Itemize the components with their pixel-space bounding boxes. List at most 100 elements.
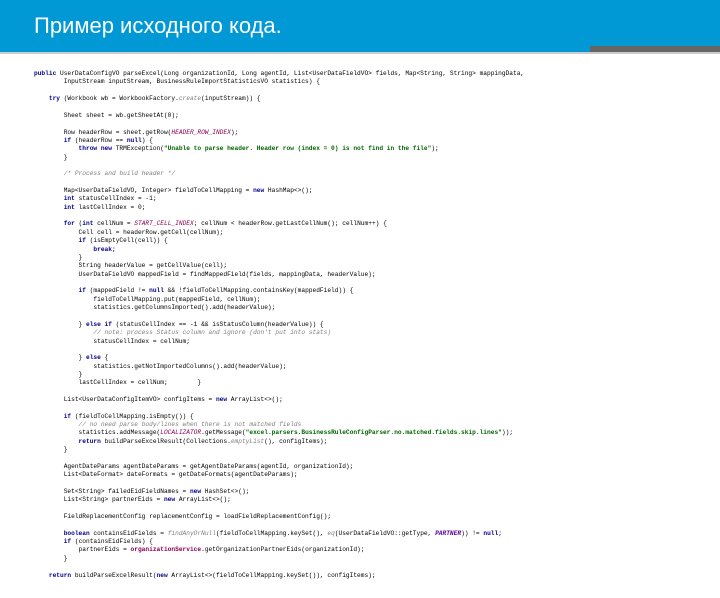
l9: /* Process and build header */ [34, 170, 175, 177]
l5a: Row headerRow = sheet.getRow( [34, 129, 171, 136]
l7d: ); [431, 145, 438, 152]
l36: AgentDateParams agentDateParams = getAge… [34, 463, 353, 470]
l45d: ArrayList<>(fieldToCellMapping.keySet())… [168, 572, 376, 579]
l33c: .getMessage( [201, 429, 246, 436]
l45b: buildParseExcelResult( [71, 572, 156, 579]
l13a: for [34, 220, 75, 227]
l14: Cell cell = headerRow.getCell(cellNum); [34, 229, 223, 236]
l12a: int [34, 204, 75, 211]
l29: lastCellIndex = cellNum; } [34, 379, 201, 386]
l34b: buildParseExcelResult(Collections. [101, 438, 231, 445]
l43a: partnerEids = [34, 546, 131, 553]
l44: } [34, 555, 67, 562]
l39c: ArrayList<>(); [175, 496, 231, 503]
slide-title: Пример исходного кода. [34, 13, 282, 39]
l40: FieldReplacementConfig replacementConfig… [34, 513, 331, 520]
l41j: ; [498, 530, 502, 537]
l33b: LOCALIZATOR [160, 429, 201, 436]
l25: statusCellIndex = cellNum; [34, 338, 190, 345]
l41g: PARTNER [435, 530, 461, 537]
l41e: eq [327, 530, 334, 537]
l11b: statusCellIndex = -1; [75, 195, 157, 202]
l31b: (fieldToCellMapping.isEmpty()) { [71, 413, 194, 420]
l15a: if [34, 237, 86, 244]
l27: statistics.getNotImportedColumns().add(h… [34, 363, 287, 370]
l39b: new [164, 496, 175, 503]
sig2: InputStream inputStream, BusinessRuleImp… [34, 78, 320, 85]
t1: (Workbook wb = WorkbookFactory. [60, 95, 179, 102]
l42b: (containsEidFields) { [71, 538, 153, 545]
l41d: (fieldToCellMapping.keySet(), [216, 530, 327, 537]
l17: } [34, 254, 82, 261]
l41i: null [483, 530, 498, 537]
l41h: )) != [461, 530, 483, 537]
l28: } [34, 371, 82, 378]
l31a: if [34, 413, 71, 420]
l10b: new [253, 187, 264, 194]
l41a: boolean [34, 530, 90, 537]
l34d: (), configItems); [264, 438, 327, 445]
l11a: int [34, 195, 75, 202]
l13f: ; cellNum < headerRow.getLastCellNum(); … [194, 220, 387, 227]
l10a: Map<UserDataFieldVO, Integer> fieldToCel… [34, 187, 253, 194]
l23b: else if [86, 321, 112, 328]
l30c: ArrayList<>(); [227, 396, 283, 403]
l4: Sheet sheet = wb.getSheetAt(0); [34, 112, 179, 119]
l26b: else [86, 354, 101, 361]
l23a: } [34, 321, 86, 328]
l41b: containsEidFields = [90, 530, 168, 537]
l24: // note: process Status column and ignor… [34, 329, 331, 336]
l15b: (isEmptyCell(cell)) { [86, 237, 168, 244]
kw-public: public [34, 70, 56, 77]
l6d: ) { [142, 137, 153, 144]
slide-header: Пример исходного кода. [0, 0, 720, 52]
l12b: lastCellIndex = 0; [75, 204, 146, 211]
l6b: (headerRow == [71, 137, 127, 144]
l6c: null [127, 137, 142, 144]
l22: statistics.getColumnsImported().add(head… [34, 304, 275, 311]
l34c: emptyList [231, 438, 264, 445]
l32: // no need parse body/lines when there i… [34, 421, 301, 428]
l20d: && !fieldToCellMapping.containsKey(mappe… [164, 287, 353, 294]
l7b: TRMException( [112, 145, 164, 152]
l45a: return [34, 572, 71, 579]
code-sample: public UserDataConfigVO parseExcel(Long … [0, 52, 720, 598]
l39a: List<String> partnerEids = [34, 496, 164, 503]
l41f: (UserDataFieldVO::getType, [335, 530, 435, 537]
l30b: new [216, 396, 227, 403]
l10c: HashMap<>(); [264, 187, 312, 194]
l23c: (statusCellIndex == -1 && isStatusColumn… [112, 321, 324, 328]
l41c: findAnyOrNull [168, 530, 216, 537]
l5c: ); [231, 129, 238, 136]
l19: UserDataFieldVO mappedField = findMapped… [34, 271, 376, 278]
l30a: List<UserDataConfigItemVO> configItems = [34, 396, 216, 403]
l13d: cellNum = [93, 220, 134, 227]
l43b: organizationService [131, 546, 202, 553]
l38b: new [190, 488, 201, 495]
l42a: if [34, 538, 71, 545]
l33d: "excel.parsers.BusinessRuleConfigParser.… [246, 429, 502, 436]
l6a: if [34, 137, 71, 144]
l26a: } [34, 354, 86, 361]
l18: String headerValue = getCellValue(cell); [34, 262, 227, 269]
l33e: )); [502, 429, 513, 436]
l35: } [34, 446, 67, 453]
l45c: new [157, 572, 168, 579]
l34a: return [34, 438, 101, 445]
l21: fieldToCellMapping.put(mappedField, cell… [34, 296, 261, 303]
l5b: HEADER_ROW_INDEX [171, 129, 230, 136]
l7a: throw new [34, 145, 112, 152]
l26c: { [101, 354, 108, 361]
l43c: .getOrganizationPartnerEids(organization… [201, 546, 364, 553]
l13e: START_CELL_INDEX [134, 220, 193, 227]
t1d: (inputStream)) { [201, 95, 260, 102]
t1c: create [179, 95, 201, 102]
l20c: null [149, 287, 164, 294]
l13c: int [82, 220, 93, 227]
l20b: (mappedField != [86, 287, 149, 294]
l38a: Set<String> failedEidFieldNames = [34, 488, 190, 495]
l33a: statistics.addMessage( [34, 429, 160, 436]
l8: } [34, 154, 67, 161]
kw-try: try [34, 95, 60, 102]
l37: List<DateFormat> dateFormats = getDateFo… [34, 471, 298, 478]
